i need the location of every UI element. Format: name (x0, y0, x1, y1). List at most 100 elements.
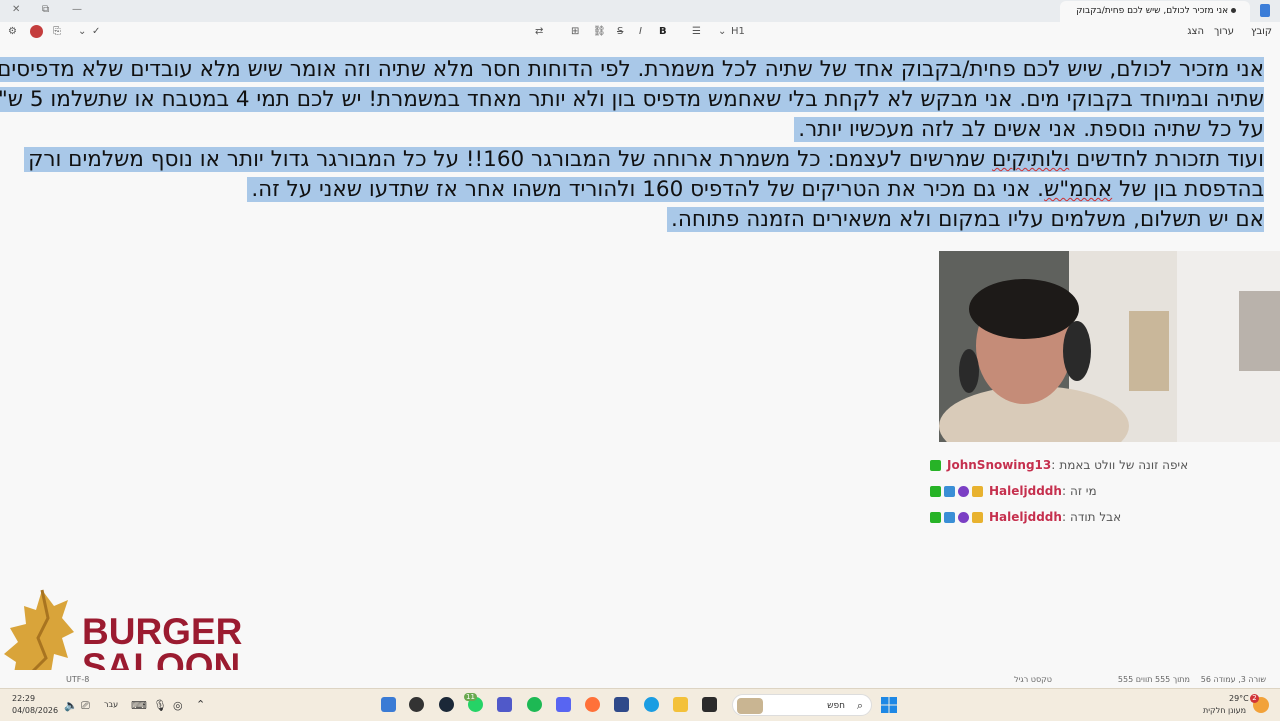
stream-chat: JohnSnowing13 : איפה זונה של וולט באמת H… (930, 452, 1280, 530)
paragraph-line: אני מזכיר לכולם, שיש לכם פחית/בקבוק אחד … (0, 55, 1270, 85)
chat-message: JohnSnowing13 : איפה זונה של וולט באמת (930, 452, 1280, 478)
misspelled-word[interactable]: ולותיקים (992, 147, 1069, 172)
cursor-position: שורה 3, עמודה 56 (1200, 675, 1266, 684)
verified-badge-icon (944, 485, 955, 497)
text-line-1: אני מזכיר לכולם, שיש לכם פחית/בקבוק אחד … (0, 57, 1264, 82)
taskbar-search-input[interactable]: חפש ⌕ (732, 694, 872, 716)
misspelled-word[interactable]: אחמ"ש (1044, 177, 1112, 202)
file-explorer-taskbar-icon[interactable] (673, 697, 688, 712)
document-tab[interactable]: אני מזכיר לכולם, שיש לכם פחית/בקבוק (1060, 1, 1250, 22)
chat-username[interactable]: JohnSnowing13 (947, 458, 1051, 472)
copilot-icon[interactable] (30, 25, 43, 38)
search-icon: ⌕ (856, 699, 863, 712)
share-icon[interactable]: ⎘ (53, 26, 61, 37)
chevron-down-icon[interactable]: ⌄ (78, 26, 86, 37)
notepad-app-icon (1260, 4, 1270, 17)
menu-edit[interactable]: ערוך (1214, 26, 1234, 37)
verified-badge-icon (944, 511, 955, 523)
obs-taskbar-icon[interactable] (409, 697, 424, 712)
chat-text: אבל תודה (1069, 510, 1122, 524)
link-icon[interactable]: ⛓ (593, 26, 606, 37)
paragraph-line: בהדפסת בון של אחמ"ש. אני גם מכיר את הטרי… (0, 175, 1270, 205)
text-direction-icon[interactable]: ⇄ (535, 26, 543, 37)
crown-badge-icon (972, 485, 983, 497)
speaker-icon[interactable]: 🔈 (64, 699, 78, 712)
clock-time[interactable]: 22:29 (12, 694, 35, 703)
chat-separator: : (1061, 510, 1066, 524)
chevron-down-icon[interactable]: ⌄ (718, 26, 726, 37)
paragraph-line: ועוד תזכורת לחדשים ולותיקים שמרשים לעצמם… (0, 145, 1270, 175)
text-line-4b: שמרשים לעצמם: כל משמרת ארוחה של המבורגר … (28, 147, 992, 172)
paragraph-line: על כל שתיה נוספת. אני אשים לב לזה מעכשיו… (0, 115, 1270, 145)
title-bar: ✕ ⧉ — + אני מזכיר לכולם, שיש לכם פחית/בק… (0, 0, 1280, 22)
heading-button[interactable]: H1 (731, 26, 745, 37)
chat-username[interactable]: Haleljdddh (989, 510, 1062, 524)
store-taskbar-icon[interactable] (614, 697, 629, 712)
kick-badge-icon (930, 485, 941, 497)
weather-description[interactable]: מעונן חלקית (1203, 706, 1246, 715)
language-indicator[interactable]: עבר (104, 700, 118, 709)
text-line-3: על כל שתיה נוספת. אני אשים לב לזה מעכשיו… (794, 117, 1264, 142)
text-line-5a: בהדפסת בון של (1112, 177, 1264, 202)
status-bar: שורה 3, עמודה 56 555 מתוך 555 תווים טקסט… (0, 670, 1280, 688)
terminal-taskbar-icon[interactable] (702, 697, 717, 712)
microphone-icon[interactable]: 🎙 (153, 699, 167, 712)
firefox-taskbar-icon[interactable] (585, 697, 600, 712)
chat-username[interactable]: Haleljdddh (989, 484, 1062, 498)
chat-message: Haleljdddh : אבל תודה (930, 504, 1280, 530)
encoding[interactable]: UTF-8 (66, 675, 89, 684)
edge-taskbar-icon[interactable] (644, 697, 659, 712)
menu-file[interactable]: קובץ (1251, 26, 1272, 37)
kick-badge-icon (930, 459, 941, 471)
weather-temperature[interactable]: 29°C (1229, 694, 1249, 703)
strikethrough-button[interactable]: S (617, 26, 623, 37)
document-editor[interactable]: אני מזכיר לכולם, שיש לכם פחית/בקבוק אחד … (0, 55, 1270, 235)
settings-gear-icon[interactable]: ⚙ (8, 26, 17, 37)
search-highlight-icon (737, 698, 763, 714)
teams-taskbar-icon[interactable] (497, 697, 512, 712)
weather-badge: 2 (1250, 694, 1259, 703)
paragraph-line: אם יש תשלום, משלמים עליו במקום ולא משאיר… (0, 205, 1270, 235)
list-button[interactable]: ☰ (692, 26, 701, 37)
restore-window-button[interactable]: ⧉ (42, 3, 49, 17)
text-line-5b: . אני גם מכיר את הטריקים של להדפיס 160 ו… (251, 177, 1045, 202)
search-placeholder: חפש (827, 701, 845, 711)
minimize-window-button[interactable]: — (72, 3, 82, 17)
discord-taskbar-icon[interactable] (556, 697, 571, 712)
kick-badge-icon (930, 511, 941, 523)
steam-taskbar-icon[interactable] (439, 697, 454, 712)
spellcheck-icon[interactable]: ✓ (92, 26, 100, 37)
table-button[interactable]: ⊞ (571, 26, 579, 37)
toolbar: קובץ ערוך הצג H1 ⌄ ☰ B I S ⛓ ⊞ ⇄ ⚙ ⎘ ⌄ ✓ (0, 22, 1280, 44)
unsaved-dot-icon (1231, 8, 1236, 13)
menu-view[interactable]: הצג (1187, 26, 1204, 37)
chat-message: Haleljdddh : מי זה (930, 478, 1280, 504)
webcam-overlay (939, 251, 1280, 442)
text-line-4a: ועוד תזכורת לחדשים (1069, 147, 1264, 172)
chevron-up-icon[interactable]: ⌃ (196, 698, 205, 711)
gem-badge-icon (958, 485, 969, 497)
text-format[interactable]: טקסט רגיל (1014, 675, 1052, 684)
chat-separator: : (1051, 458, 1056, 472)
text-line-6: אם יש תשלום, משלמים עליו במקום ולא משאיר… (667, 207, 1264, 232)
italic-button[interactable]: I (639, 26, 642, 37)
keyboard-icon[interactable]: ⌨ (131, 699, 147, 712)
text-line-2: שתיה ובמיוחד בקבוקי מים. אני מבקש לא לקח… (0, 87, 1264, 112)
chat-text: מי זה (1069, 484, 1097, 498)
network-icon[interactable]: ⎚ (81, 699, 90, 713)
clock-date[interactable]: 04/08/2026 (12, 706, 58, 715)
bold-button[interactable]: B (659, 26, 667, 37)
paragraph-line: שתיה ובמיוחד בקבוקי מים. אני מבקש לא לקח… (0, 85, 1270, 115)
chat-text: איפה זונה של וולט באמת (1059, 458, 1189, 472)
copilot-tray-icon[interactable]: ◎ (173, 699, 183, 712)
whatsapp-badge: 11 (464, 693, 477, 701)
notepad-taskbar-icon[interactable] (381, 697, 396, 712)
close-window-button[interactable]: ✕ (12, 3, 20, 17)
gem-badge-icon (958, 511, 969, 523)
taskbar: 22:29 04/08/2026 🔈 ⎚ עבר ⌨ 🎙 ◎ ⌃ 11 חפש … (0, 688, 1280, 721)
spotify-taskbar-icon[interactable] (527, 697, 542, 712)
windows-start-icon[interactable] (881, 697, 897, 713)
logo-text-burger: BURGER (82, 611, 243, 652)
character-count: 555 מתוך 555 תווים (1117, 675, 1190, 684)
chat-separator: : (1061, 484, 1066, 498)
